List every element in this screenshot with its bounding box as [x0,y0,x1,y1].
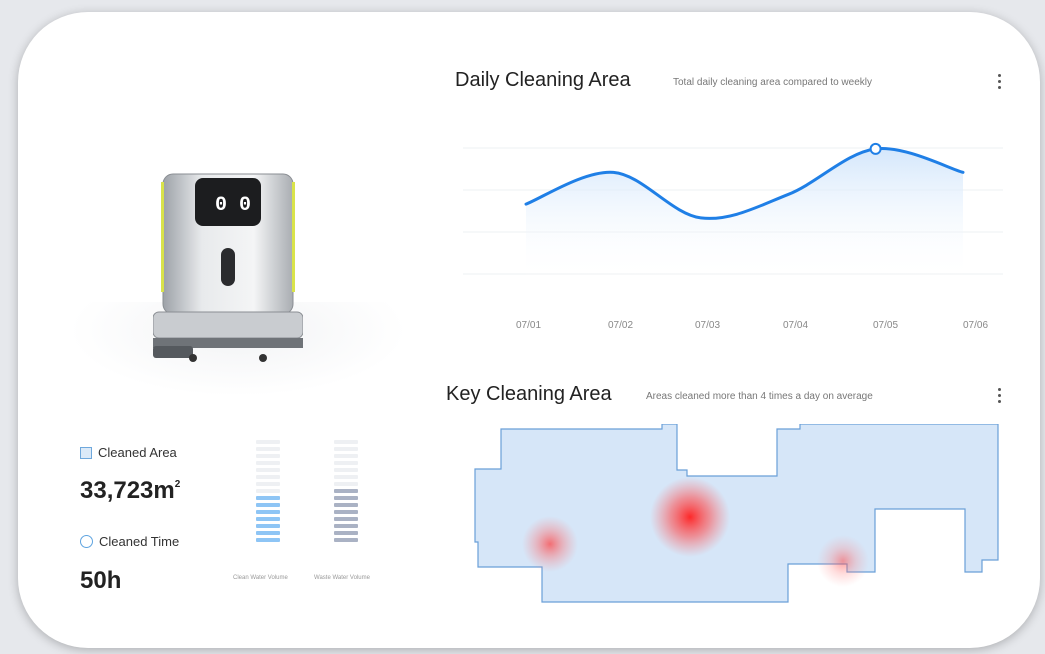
area-unit-superscript: 2 [174,479,181,490]
gauge-segment [334,447,358,451]
gauge-segment [334,482,358,486]
gauge-segment [256,531,280,535]
cleaned-time-value: 50h [80,567,122,594]
gauge-segment [334,468,358,472]
cleaned-time-label-text: Cleaned Time [99,534,180,549]
x-tick-label: 07/06 [963,320,989,331]
gauge-segment [334,510,358,514]
gauge-segment [334,475,358,479]
gauge-segment [256,538,280,542]
cleaned-time-label: Cleaned Time [80,534,179,549]
gauge-segment [256,524,280,528]
daily-cleaning-subtitle: Total daily cleaning area compared to we… [673,77,872,88]
robot-image: 0 0 [58,162,418,402]
gauge-segment [334,454,358,458]
gauge-segment [256,503,280,507]
x-tick-label: 07/05 [873,320,899,331]
heatspot-high [650,477,730,557]
waste-water-label: Waste Water Volume [314,575,370,581]
x-tick-label: 07/03 [695,320,721,331]
gauge-segment [334,461,358,465]
floor-map-heatmap [474,424,999,603]
gauge-segment [256,454,280,458]
x-tick-label: 07/01 [516,320,542,331]
gauge-segment [334,517,358,521]
gauge-segment [334,496,358,500]
svg-text:0 0: 0 0 [215,194,251,217]
gauge-segment [256,482,280,486]
heatspot-low [817,535,869,587]
cleaned-area-number: 33,723m [80,477,175,504]
gauge-segment [334,489,358,493]
series-area [526,148,963,280]
x-tick-label: 07/04 [783,320,809,331]
gauge-segment [256,496,280,500]
gauge-segment [256,440,280,444]
gauge-segment [334,524,358,528]
area-icon [80,446,92,459]
gauge-segment [334,503,358,507]
daily-cleaning-title: Daily Cleaning Area [455,69,631,91]
key-more-menu-icon[interactable] [998,388,1002,403]
clock-icon [80,535,93,548]
clean-water-label: Clean Water Volume [233,575,288,581]
cleaning-robot-illustration: 0 0 [153,173,303,362]
clean-water-gauge [256,440,280,542]
gauge-segment [256,468,280,472]
highlight-point[interactable] [869,142,882,155]
key-cleaning-subtitle: Areas cleaned more than 4 times a day on… [646,391,873,402]
heatspot-medium [522,516,578,572]
x-tick-label: 07/02 [608,320,634,331]
dashboard-card: 0 0 Cleaned Area 33,723m2 Cleaned Time 5… [18,12,1040,648]
cleaned-area-value: 33,723m2 [80,477,180,505]
daily-more-menu-icon[interactable] [998,74,1002,89]
waste-water-gauge [334,440,358,542]
gauge-segment [256,510,280,514]
daily-cleaning-line-chart [463,142,1003,280]
gauge-segment [334,538,358,542]
key-cleaning-title: Key Cleaning Area [446,383,612,405]
gauge-segment [256,489,280,493]
gauge-segment [256,517,280,521]
gauge-segment [256,447,280,451]
gauge-segment [334,531,358,535]
gauge-segment [334,440,358,444]
cleaned-area-label-text: Cleaned Area [98,445,177,460]
gauge-segment [256,461,280,465]
gauge-segment [256,475,280,479]
cleaned-area-label: Cleaned Area [80,445,177,460]
floor-outline [474,424,999,603]
